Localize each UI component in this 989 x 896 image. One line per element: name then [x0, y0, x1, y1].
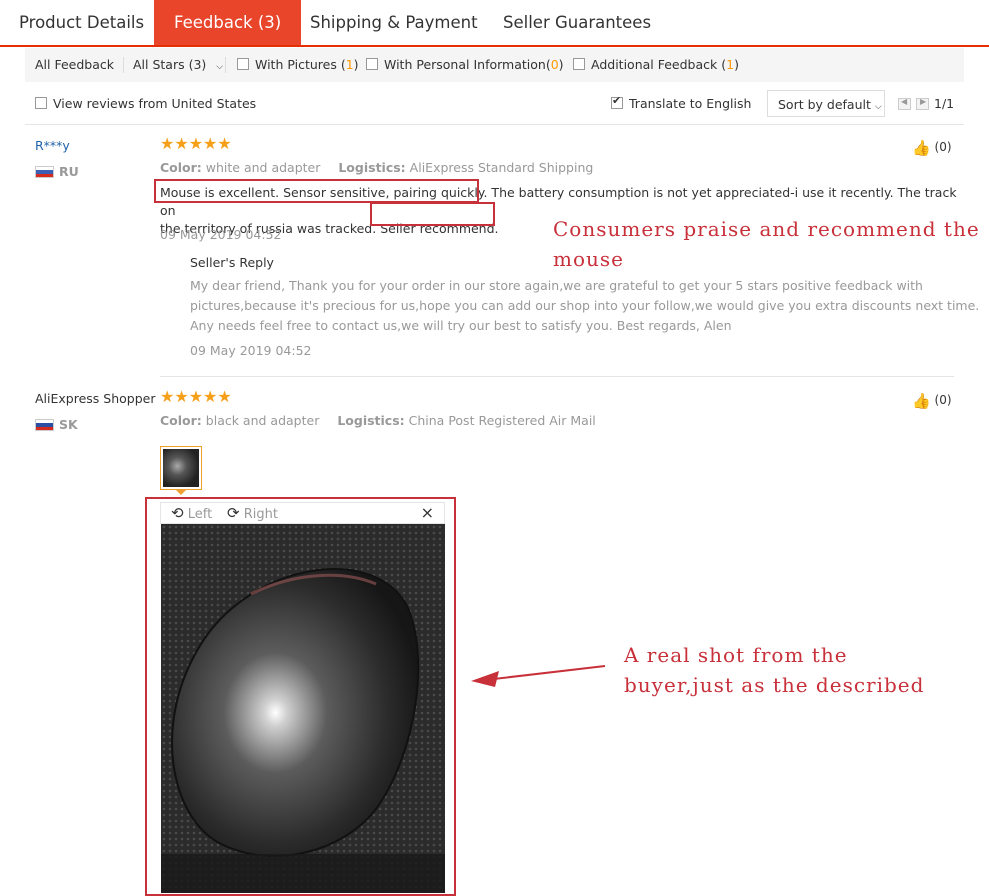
additional-checkbox[interactable]	[573, 58, 585, 70]
page-indicator: 1/1	[934, 96, 955, 111]
thumbs-up-icon: 👍	[912, 139, 931, 157]
rotate-right-button[interactable]: ⟳ Right	[227, 504, 278, 522]
highlight-box	[370, 202, 495, 226]
with-pictures-count: 1	[345, 57, 354, 72]
divider	[160, 376, 954, 377]
prev-page-button[interactable]: ◀	[898, 97, 911, 110]
next-page-button[interactable]: ▶	[916, 97, 929, 110]
rotate-right-label: Right	[243, 507, 278, 522]
review-photo	[161, 524, 445, 893]
rotate-right-icon: ⟳	[227, 504, 240, 522]
annotation-arrow	[471, 665, 606, 687]
tab-product-details[interactable]: Product Details	[19, 0, 144, 45]
reply-line: My dear friend, Thank you for your order…	[190, 278, 923, 293]
personal-info-checkbox[interactable]	[366, 58, 378, 70]
view-us-checkbox[interactable]	[35, 97, 47, 109]
reviewer-name[interactable]: R***y	[35, 138, 70, 153]
photo-thumbnail-image	[163, 449, 199, 487]
filter-divider	[225, 57, 226, 73]
seller-reply-text: My dear friend, Thank you for your order…	[190, 276, 980, 336]
filter-all-stars[interactable]: All Stars (3) ⌵	[133, 48, 223, 82]
annotation-line: mouse	[553, 247, 624, 271]
thumbs-up-icon: 👍	[912, 392, 931, 410]
rotate-left-button[interactable]: ⟲ Left	[171, 504, 212, 522]
translate-checkbox[interactable]: ✔	[611, 94, 623, 109]
chevron-right-icon: ▶	[920, 97, 927, 106]
color-label: Color:	[160, 160, 202, 175]
view-us-option[interactable]: View reviews from United States	[35, 96, 256, 111]
filter-all-feedback[interactable]: All Feedback	[35, 48, 114, 82]
view-us-label: View reviews from United States	[53, 96, 257, 111]
seller-reply-title: Seller's Reply	[190, 255, 274, 270]
personal-info-label: With Personal Information(	[384, 57, 551, 72]
helpful-button[interactable]: 👍 (0)	[912, 392, 952, 410]
annotation-line: A real shot from the	[624, 643, 848, 667]
with-pictures-label: With Pictures (	[255, 57, 346, 72]
paren: )	[353, 57, 359, 72]
tab-shipping-payment[interactable]: Shipping & Payment	[310, 0, 478, 45]
divider	[25, 124, 964, 125]
helpful-count: (0)	[934, 393, 952, 407]
check-icon: ✔	[612, 94, 622, 107]
reviewer-country: SK	[59, 417, 78, 432]
highlight-box	[154, 179, 479, 203]
color-value: black and adapter	[205, 413, 320, 428]
tab-bar: Product Details Feedback (3) Shipping & …	[0, 0, 989, 47]
chevron-left-icon: ◀	[901, 97, 908, 106]
mouse-photo-illustration	[161, 524, 445, 893]
color-value: white and adapter	[205, 160, 321, 175]
helpful-button[interactable]: 👍 (0)	[912, 139, 952, 157]
annotation-line: buyer,just as the described	[624, 673, 925, 697]
reply-date: 09 May 2019 04:52	[190, 343, 312, 358]
review-date: 09 May 2019 04:52	[160, 227, 282, 242]
reply-line: Any needs feel free to contact us,we wil…	[190, 318, 732, 333]
flag-sk-icon	[35, 419, 54, 431]
rating-stars: ★★★★★	[160, 387, 232, 406]
chevron-down-icon: ⌵	[216, 62, 224, 72]
annotation-line: Consumers praise and recommend the	[553, 217, 980, 241]
filter-all-stars-label: All Stars (3)	[133, 57, 207, 72]
rating-stars: ★★★★★	[160, 134, 232, 153]
filter-additional[interactable]: Additional Feedback (1)	[573, 48, 739, 82]
annotation-praise: Consumers praise and recommend the mouse	[553, 214, 980, 274]
reply-line: pictures,because it's precious for us,ho…	[190, 298, 980, 313]
review-meta: Color: white and adapter Logistics: AliE…	[160, 160, 593, 175]
reviewer-name[interactable]: AliExpress Shopper	[35, 391, 155, 406]
logistics-label: Logistics:	[337, 413, 405, 428]
chevron-down-icon: ⌵	[874, 102, 882, 112]
flag-ru-icon	[35, 166, 54, 178]
image-viewer-toolbar: ⟲ Left ⟳ Right ×	[160, 502, 445, 524]
additional-label: Additional Feedback (	[591, 57, 727, 72]
with-pictures-checkbox[interactable]	[237, 58, 249, 70]
logistics-label: Logistics:	[338, 160, 406, 175]
filter-personal-info[interactable]: With Personal Information(0)	[366, 48, 564, 82]
logistics-value: AliExpress Standard Shipping	[409, 160, 594, 175]
sort-label: Sort by default	[778, 97, 871, 112]
additional-count: 1	[726, 57, 735, 72]
rotate-left-icon: ⟲	[171, 504, 184, 522]
sort-dropdown[interactable]: Sort by default ⌵	[767, 90, 885, 117]
filter-with-pictures[interactable]: With Pictures (1)	[237, 48, 359, 82]
thumbnail-pointer	[175, 489, 187, 495]
helpful-count: (0)	[934, 140, 952, 154]
paren: )	[558, 57, 564, 72]
translate-label: Translate to English	[629, 96, 752, 111]
rotate-left-label: Left	[187, 507, 213, 522]
logistics-value: China Post Registered Air Mail	[408, 413, 596, 428]
paren: )	[734, 57, 739, 72]
review-photo-thumbnail[interactable]	[160, 446, 202, 490]
personal-info-count: 0	[550, 57, 559, 72]
annotation-real-shot: A real shot from the buyer,just as the d…	[624, 640, 924, 700]
filter-divider	[123, 57, 124, 73]
reviewer-country: RU	[59, 164, 79, 179]
filter-bar: All Feedback All Stars (3) ⌵ With Pictur…	[25, 48, 964, 82]
color-label: Color:	[160, 413, 202, 428]
translate-option[interactable]: ✔ Translate to English	[611, 94, 752, 111]
tab-feedback[interactable]: Feedback (3)	[154, 0, 302, 45]
review-meta: Color: black and adapter Logistics: Chin…	[160, 413, 596, 428]
tab-seller-guarantees[interactable]: Seller Guarantees	[503, 0, 651, 45]
close-icon[interactable]: ×	[421, 503, 434, 522]
